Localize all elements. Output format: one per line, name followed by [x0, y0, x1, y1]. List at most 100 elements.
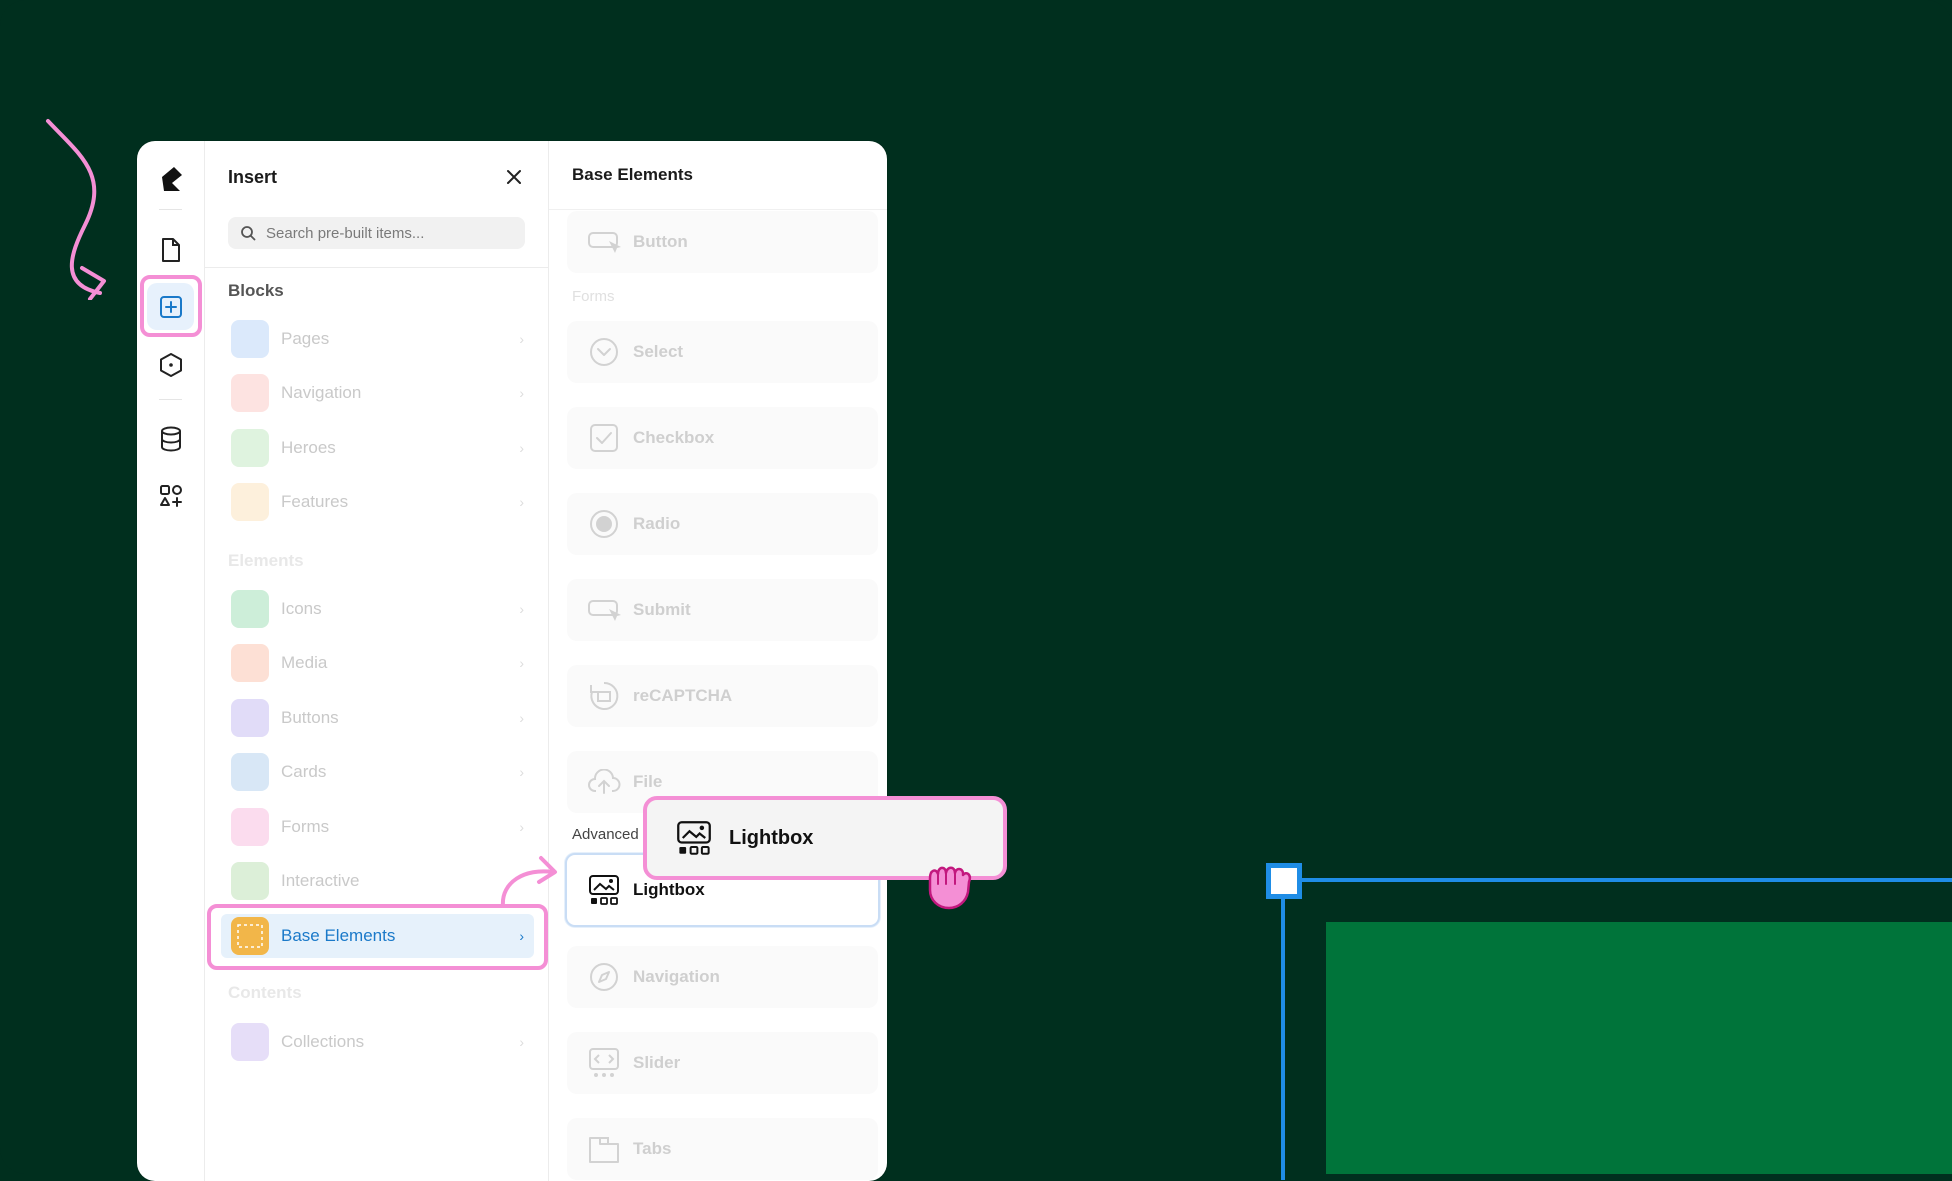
page-icon[interactable] [147, 226, 194, 273]
annotation-arrow [46, 119, 106, 300]
item-label: Icons [281, 599, 322, 618]
element-label: Button [633, 232, 688, 251]
element-navigation[interactable]: Navigation [567, 946, 878, 1008]
heroes-thumbnail [231, 429, 269, 467]
canvas-block[interactable] [1326, 922, 1952, 1174]
item-label: Pages [281, 329, 330, 348]
item-label: Forms [281, 817, 330, 836]
element-select[interactable]: Select [567, 321, 878, 383]
interactive-thumbnail [231, 862, 269, 900]
list-item-cards[interactable]: Cards › [221, 750, 534, 794]
tabs-icon [587, 1132, 621, 1166]
section-advanced: Advanced [572, 826, 639, 843]
search-icon [241, 226, 256, 241]
item-label: Navigation [281, 383, 362, 402]
checkbox-icon [587, 421, 621, 455]
list-item-icons[interactable]: Icons › [221, 587, 534, 631]
recaptcha-icon [587, 679, 621, 713]
radio-icon [587, 507, 621, 541]
element-submit[interactable]: Submit [567, 579, 878, 641]
chevron-right-icon: › [519, 601, 524, 617]
list-item-collections[interactable]: Collections › [221, 1020, 534, 1064]
collections-thumbnail [231, 1023, 269, 1061]
element-label: Tabs [633, 1139, 672, 1158]
app-window: Insert Blocks Pages › Navigation › Heroes ›… [137, 141, 887, 1181]
divider [205, 267, 548, 268]
divider [549, 209, 887, 210]
chevron-right-icon: › [519, 494, 524, 510]
element-label: Submit [633, 600, 691, 619]
annotation-arrow [500, 856, 557, 908]
resize-handle[interactable] [1266, 863, 1302, 899]
item-label: Cards [281, 762, 327, 781]
element-label: Radio [633, 514, 681, 533]
chevron-right-icon: › [519, 710, 524, 726]
panel-title: Insert [228, 167, 278, 187]
media-thumbnail [231, 644, 269, 682]
apps-icon[interactable] [147, 472, 194, 519]
selection-guide-horizontal [1284, 878, 1952, 882]
section-forms: Forms [572, 288, 615, 305]
list-item-interactive[interactable]: Interactive [221, 859, 534, 903]
close-icon[interactable] [504, 167, 524, 187]
item-label: Buttons [281, 708, 339, 727]
list-item-heroes[interactable]: Heroes › [221, 426, 534, 470]
element-tabs[interactable]: Tabs [567, 1118, 878, 1180]
list-item-navigation[interactable]: Navigation › [221, 371, 534, 415]
components-icon[interactable] [147, 341, 194, 388]
element-recaptcha[interactable]: reCAPTCHA [567, 665, 878, 727]
element-slider[interactable]: Slider [567, 1032, 878, 1094]
grab-cursor-icon [928, 866, 971, 910]
panel-title: Base Elements [572, 165, 693, 184]
button-icon [587, 225, 621, 259]
buttons-thumbnail [231, 699, 269, 737]
list-item-pages[interactable]: Pages › [221, 317, 534, 361]
element-label: Checkbox [633, 428, 715, 447]
section-contents: Contents [228, 983, 302, 1002]
upload-icon [587, 765, 621, 799]
search-input[interactable] [264, 223, 498, 243]
features-thumbnail [231, 483, 269, 521]
lightbox-icon [587, 873, 621, 907]
element-label: Navigation [633, 967, 720, 986]
element-label: Select [633, 342, 684, 361]
rail-divider [159, 399, 182, 400]
chevron-right-icon: › [519, 819, 524, 835]
item-label: Collections [281, 1032, 365, 1051]
lightbox-icon [675, 819, 713, 857]
submit-icon [587, 593, 621, 627]
insert-highlight [140, 275, 202, 337]
element-button[interactable]: Button [567, 211, 878, 273]
chevron-right-icon: › [519, 440, 524, 456]
item-label: Heroes [281, 438, 336, 457]
section-blocks: Blocks [228, 281, 284, 300]
base-elements-highlight [207, 904, 548, 970]
chevron-right-icon: › [519, 764, 524, 780]
list-item-media[interactable]: Media › [221, 641, 534, 685]
element-label: Lightbox [633, 880, 705, 899]
item-label: Media [281, 653, 328, 672]
forms-thumbnail [231, 808, 269, 846]
chevron-right-icon: › [519, 385, 524, 401]
compass-icon [587, 960, 621, 994]
chevron-right-icon: › [519, 655, 524, 671]
rail-divider [159, 209, 182, 210]
element-radio[interactable]: Radio [567, 493, 878, 555]
section-elements: Elements [228, 551, 304, 570]
list-item-features[interactable]: Features › [221, 480, 534, 524]
database-icon[interactable] [147, 415, 194, 462]
cards-thumbnail [231, 753, 269, 791]
selection-guide-vertical [1281, 880, 1285, 1180]
pages-thumbnail [231, 320, 269, 358]
chevron-right-icon: › [519, 1034, 524, 1050]
item-label: Features [281, 492, 349, 511]
base-elements-panel: Base Elements Button Forms Select Checkb… [549, 141, 887, 1181]
list-item-forms[interactable]: Forms › [221, 805, 534, 849]
logo-icon[interactable] [147, 155, 194, 202]
element-checkbox[interactable]: Checkbox [567, 407, 878, 469]
list-item-buttons[interactable]: Buttons › [221, 696, 534, 740]
slider-icon [587, 1046, 621, 1080]
element-label: File [633, 772, 663, 791]
search-field[interactable] [228, 217, 525, 249]
navigation-thumbnail [231, 374, 269, 412]
